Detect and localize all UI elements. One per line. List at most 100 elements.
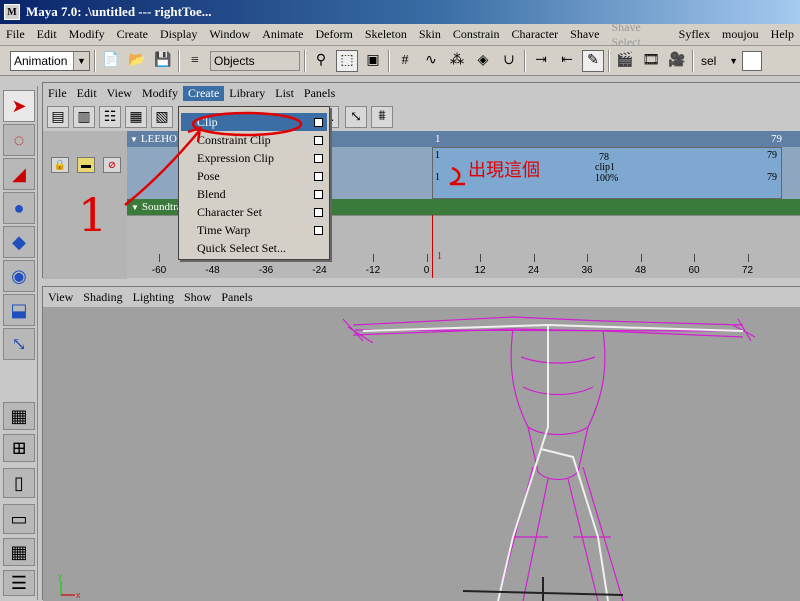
menu-file[interactable]: File xyxy=(0,27,31,42)
separator xyxy=(94,49,96,72)
viewport-canvas[interactable]: y x xyxy=(43,307,800,601)
remove-characters-icon[interactable]: ☷ xyxy=(99,106,121,128)
trax-menu-create[interactable]: Create xyxy=(182,85,225,101)
create-menu-item-expression-clip[interactable]: Expression Clip xyxy=(181,149,327,167)
menu-skeleton[interactable]: Skeleton xyxy=(359,27,413,42)
snap-point-icon[interactable]: ⁂ xyxy=(446,50,468,72)
collapse-triangle-icon[interactable]: ▼ xyxy=(131,203,142,212)
ipr-render-icon[interactable]: 🎞 xyxy=(640,50,662,72)
timeline-icon[interactable]: ⩩ xyxy=(371,106,393,128)
menu-help[interactable]: Help xyxy=(765,27,800,42)
menu-window[interactable]: Window xyxy=(203,27,256,42)
menu-character[interactable]: Character xyxy=(506,27,565,42)
create-menu-item-quick-select-set[interactable]: Quick Select Set... xyxy=(181,239,327,257)
menu-set-select[interactable]: Animation ▼ xyxy=(10,50,90,71)
append-characters-icon[interactable]: ▥ xyxy=(73,106,95,128)
menu-edit[interactable]: Edit xyxy=(31,27,63,42)
create-clip-icon[interactable]: ▦ xyxy=(125,106,147,128)
snap-curve-icon[interactable]: ∿ xyxy=(420,50,442,72)
viewport-menu-view[interactable]: View xyxy=(43,290,78,305)
snap-plane-icon[interactable]: ◈ xyxy=(472,50,494,72)
rotate-tool-icon[interactable]: ◆ xyxy=(3,226,35,258)
layout-single-icon[interactable]: ⊞ xyxy=(3,434,35,462)
select-hierarchy-icon[interactable]: ⚲ xyxy=(310,50,332,72)
trax-menu-view[interactable]: View xyxy=(102,86,137,101)
input-ops-icon[interactable]: ⇥ xyxy=(530,50,552,72)
select-tool-icon[interactable]: ➤ xyxy=(3,90,35,122)
create-menu-item-character-set[interactable]: Character Set xyxy=(181,203,327,221)
menu-syflex[interactable]: Syflex xyxy=(673,27,716,42)
create-menu-item-constraint-clip[interactable]: Constraint Clip xyxy=(181,131,327,149)
soft-modification-icon[interactable]: ⤡ xyxy=(3,328,35,360)
layout-two-vertical-icon[interactable]: ▯ xyxy=(3,468,35,498)
option-box-icon[interactable] xyxy=(314,189,323,199)
viewport-menu-shading[interactable]: Shading xyxy=(78,290,127,305)
option-box-icon[interactable] xyxy=(314,117,323,127)
layout-two-horizontal-icon[interactable]: ▭ xyxy=(3,504,35,534)
trax-menu-edit[interactable]: Edit xyxy=(72,86,102,101)
menu-shave-select[interactable]: Shave Select xyxy=(606,20,673,50)
trax-menu-library[interactable]: Library xyxy=(224,86,270,101)
layout-persp-graph-icon[interactable]: ▦ xyxy=(3,538,35,566)
selection-mode-icon[interactable]: ≡ xyxy=(184,50,206,72)
move-tool-icon[interactable]: ● xyxy=(3,192,35,224)
scale-tool-icon[interactable]: ◉ xyxy=(3,260,35,292)
render-frame-icon[interactable]: 🎬 xyxy=(614,50,636,72)
menu-constrain[interactable]: Constrain xyxy=(447,27,506,42)
create-menu-item-clip[interactable]: Clip xyxy=(181,113,327,131)
snap-grid-icon[interactable]: # xyxy=(394,50,416,72)
viewport-menu-panels[interactable]: Panels xyxy=(216,290,257,305)
objects-field[interactable]: Objects xyxy=(210,50,300,71)
lasso-tool-icon[interactable]: ◌ xyxy=(3,124,35,156)
create-menu-item-time-warp[interactable]: Time Warp xyxy=(181,221,327,239)
quick-selection-field[interactable] xyxy=(742,50,762,71)
select-component-icon[interactable]: ▣ xyxy=(362,50,384,72)
ruler-tick-mark xyxy=(587,254,588,262)
paint-select-tool-icon[interactable]: ◢ xyxy=(3,158,35,190)
save-scene-icon[interactable]: 💾 xyxy=(152,50,174,72)
menu-deform[interactable]: Deform xyxy=(310,27,359,42)
option-box-icon[interactable] xyxy=(314,135,323,145)
menu-animate[interactable]: Animate xyxy=(256,27,309,42)
trax-menu-list[interactable]: List xyxy=(270,86,299,101)
menu-create[interactable]: Create xyxy=(111,27,154,42)
menu-modify[interactable]: Modify xyxy=(63,27,111,42)
universal-manipulator-icon[interactable]: ⬓ xyxy=(3,294,35,326)
select-object-icon[interactable]: ⬚ xyxy=(336,49,358,72)
create-menu-item-pose[interactable]: Pose xyxy=(181,167,327,185)
viewport-menubar: View Shading Lighting Show Panels xyxy=(43,287,800,307)
option-box-icon[interactable] xyxy=(314,207,323,217)
layout-outliner-icon[interactable]: ☰ xyxy=(3,570,35,596)
mute-track-icon[interactable]: ⊘ xyxy=(103,157,121,173)
construction-history-icon[interactable]: ✎ xyxy=(582,49,604,72)
chevron-down-icon[interactable]: ▼ xyxy=(73,51,89,70)
magnet-icon[interactable]: ∪ xyxy=(498,50,520,72)
render-settings-icon[interactable]: 🎥 xyxy=(666,50,688,72)
load-selected-characters-icon[interactable]: ▤ xyxy=(47,106,69,128)
create-pose-icon[interactable]: ▧ xyxy=(151,106,173,128)
solo-track-icon[interactable]: ▬ xyxy=(77,157,95,173)
menu-shave[interactable]: Shave xyxy=(564,27,605,42)
toggle-graph-icon[interactable]: ⤡ xyxy=(345,106,367,128)
trax-menu-modify[interactable]: Modify xyxy=(137,86,183,101)
character-track-label: LEEHO xyxy=(140,133,177,145)
open-scene-icon[interactable]: 📂 xyxy=(126,50,148,72)
output-ops-icon[interactable]: ⇤ xyxy=(556,50,578,72)
trax-menu-file[interactable]: File xyxy=(43,86,72,101)
trax-menu-panels[interactable]: Panels xyxy=(299,86,340,101)
option-box-icon[interactable] xyxy=(314,225,323,235)
viewport-menu-lighting[interactable]: Lighting xyxy=(128,290,179,305)
lock-track-icon[interactable]: 🔒 xyxy=(51,157,69,173)
new-scene-icon[interactable]: 📄 xyxy=(100,50,122,72)
menu-moujou[interactable]: moujou xyxy=(716,27,765,42)
current-time-indicator[interactable] xyxy=(432,215,433,278)
option-box-icon[interactable] xyxy=(314,153,323,163)
menu-skin[interactable]: Skin xyxy=(413,27,447,42)
create-menu-item-blend[interactable]: Blend xyxy=(181,185,327,203)
menu-display[interactable]: Display xyxy=(154,27,203,42)
layout-four-view-icon[interactable]: ▦ xyxy=(3,402,35,430)
sel-dropdown[interactable]: sel ▼ xyxy=(698,50,738,71)
viewport-menu-show[interactable]: Show xyxy=(179,290,216,305)
option-box-icon[interactable] xyxy=(314,171,323,181)
collapse-triangle-icon[interactable]: ▼ xyxy=(127,135,141,144)
